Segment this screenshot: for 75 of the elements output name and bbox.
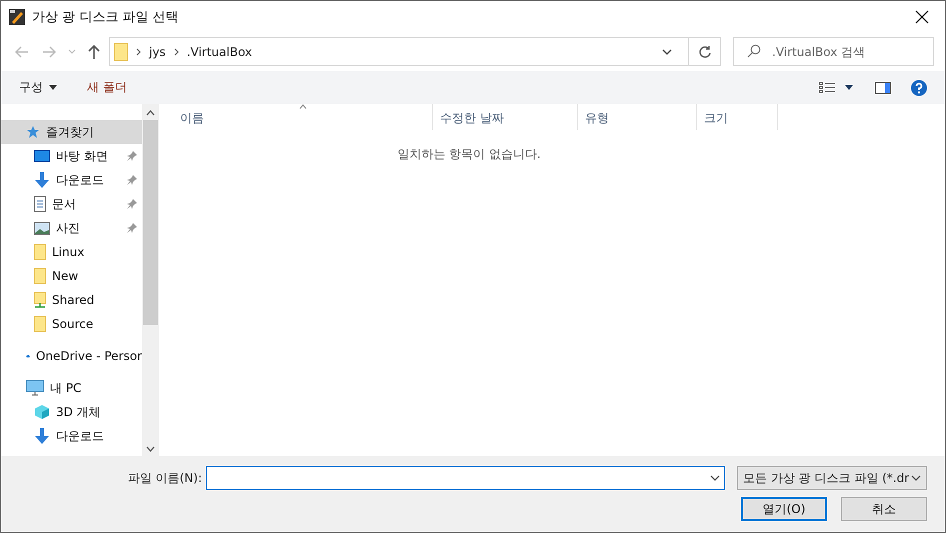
list-view-icon (819, 82, 855, 94)
sidebar-label: Linux (52, 245, 84, 259)
search-icon (747, 44, 761, 58)
sidebar-item[interactable]: New (1, 264, 142, 288)
sidebar-item[interactable]: Shared (1, 288, 142, 312)
star-icon (26, 125, 40, 139)
sidebar-label: Source (52, 317, 94, 331)
sidebar-label: OneDrive - Persor (36, 349, 142, 363)
column-header[interactable]: 유형 (578, 104, 697, 130)
file-type-dropdown[interactable]: 모든 가상 광 디스크 파일 (*.dr (737, 466, 927, 490)
column-header[interactable]: 수정한 날짜 (433, 104, 578, 130)
open-button[interactable]: 열기(O) (741, 497, 827, 521)
chevron-right-icon (136, 48, 141, 56)
sidebar-item[interactable]: Source (1, 312, 142, 336)
document-icon (34, 196, 46, 212)
sidebar-item[interactable]: 즐겨찾기 (1, 120, 142, 144)
sidebar-label: 사진 (56, 220, 80, 236)
down-arrow-icon (34, 428, 50, 444)
organize-button[interactable]: 구성 (11, 75, 65, 100)
chevron-down-icon[interactable] (662, 48, 672, 54)
sidebar-item[interactable]: 사진 (1, 216, 142, 240)
folder-icon (34, 316, 46, 332)
sidebar-label: 내 PC (50, 380, 82, 396)
scrollbar[interactable] (142, 104, 159, 456)
caret-down-icon (49, 85, 57, 90)
sidebar-item[interactable]: OneDrive - Persor (1, 344, 142, 368)
down-arrow-icon (34, 172, 50, 188)
cancel-button[interactable]: 취소 (841, 497, 927, 521)
breadcrumb[interactable]: jys (149, 44, 166, 58)
column-header[interactable]: 크기 (697, 104, 778, 130)
sidebar-item[interactable]: 3D 개체 (1, 400, 142, 424)
picture-icon (34, 222, 50, 234)
chevron-down-icon (911, 475, 921, 481)
sidebar-label: New (52, 269, 78, 283)
folder-icon (34, 244, 46, 260)
breadcrumb[interactable]: .VirtualBox (186, 44, 252, 58)
sidebar-label: 3D 개체 (56, 404, 101, 420)
sidebar-label: 다운로드 (56, 172, 104, 188)
sidebar-label: 바탕 화면 (56, 148, 108, 164)
chevron-down-icon[interactable] (710, 475, 720, 481)
shared-folder-icon (34, 292, 46, 308)
search-field[interactable]: .VirtualBox 검색 (733, 37, 934, 66)
chevron-up-icon[interactable] (146, 110, 155, 116)
address-bar[interactable]: jys .VirtualBox (109, 37, 721, 66)
scrollbar-thumb[interactable] (143, 120, 158, 325)
monitor-icon (34, 149, 50, 163)
sidebar-item[interactable]: 바탕 화면 (1, 144, 142, 168)
file-name-field[interactable] (206, 466, 725, 490)
window-title: 가상 광 디스크 파일 선택 (32, 8, 180, 26)
sidebar-item[interactable]: 다운로드 (1, 168, 142, 192)
new-folder-button[interactable]: 새 폴더 (79, 75, 135, 100)
sidebar-label: Shared (52, 293, 94, 307)
app-icon (9, 8, 25, 24)
sidebar-label: 문서 (52, 196, 76, 212)
sidebar-item[interactable]: 다운로드 (1, 424, 142, 448)
sidebar-item[interactable]: 내 PC (1, 376, 142, 400)
folder-icon (114, 42, 128, 60)
folder-icon (34, 268, 46, 284)
sidebar-label: 다운로드 (56, 428, 104, 444)
help-icon (911, 80, 927, 96)
close-icon (915, 10, 929, 24)
chevron-down-icon[interactable] (146, 446, 155, 452)
cube-icon (34, 404, 50, 420)
chevron-right-icon (174, 48, 179, 56)
refresh-icon (698, 44, 712, 58)
up-arrow-icon[interactable] (87, 44, 101, 60)
sort-caret-icon (299, 104, 307, 109)
sidebar-item[interactable]: Linux (1, 240, 142, 264)
column-header[interactable]: 이름 (159, 104, 433, 130)
computer-icon (26, 380, 44, 396)
empty-message: 일치하는 항목이 없습니다. (396, 146, 542, 163)
sidebar-label: 즐겨찾기 (46, 124, 94, 140)
file-name-label: 파일 이름(N): (128, 470, 202, 486)
sidebar-item[interactable]: 문서 (1, 192, 142, 216)
pane-icon (875, 82, 891, 94)
